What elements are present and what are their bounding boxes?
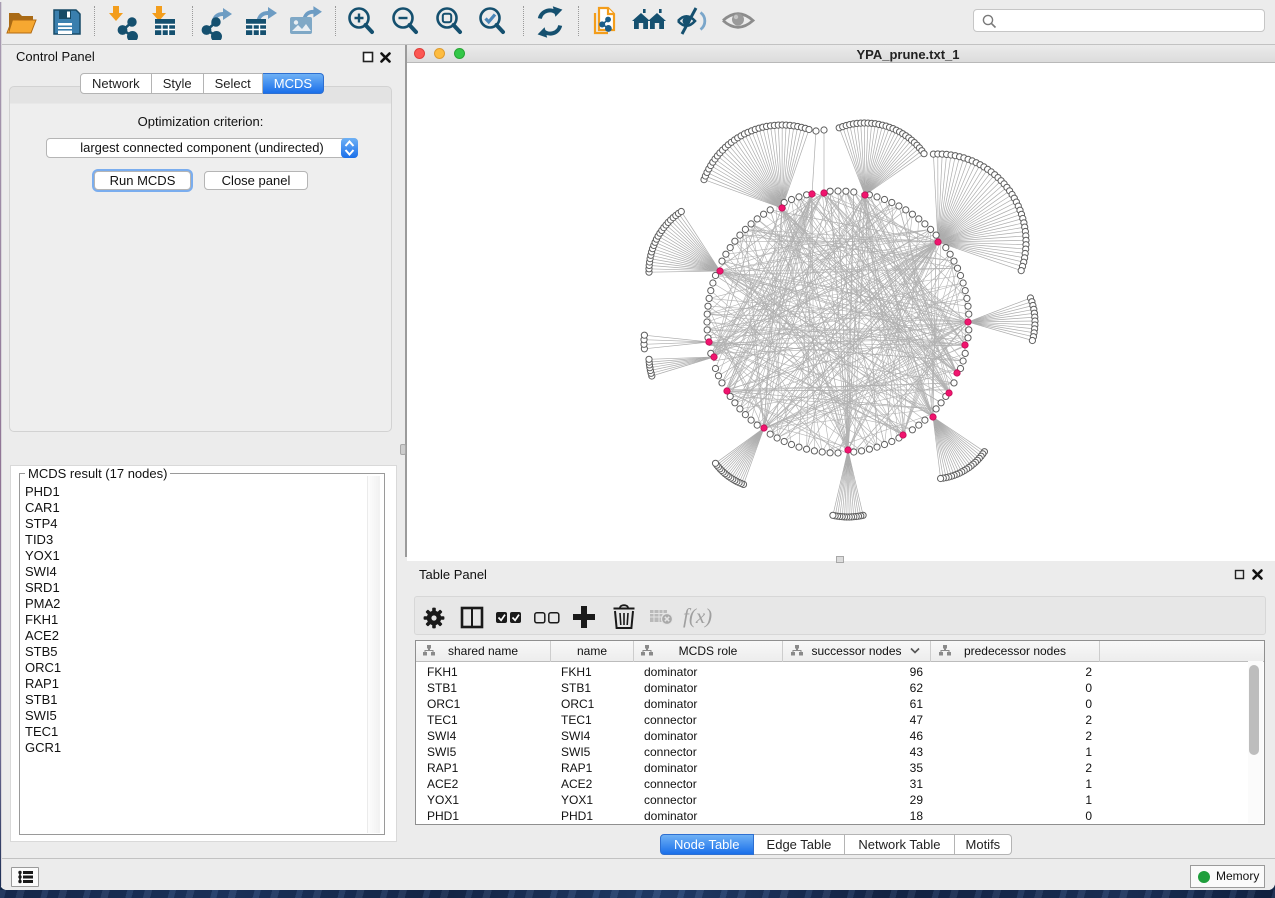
svg-text:f(x): f(x) bbox=[683, 604, 712, 628]
